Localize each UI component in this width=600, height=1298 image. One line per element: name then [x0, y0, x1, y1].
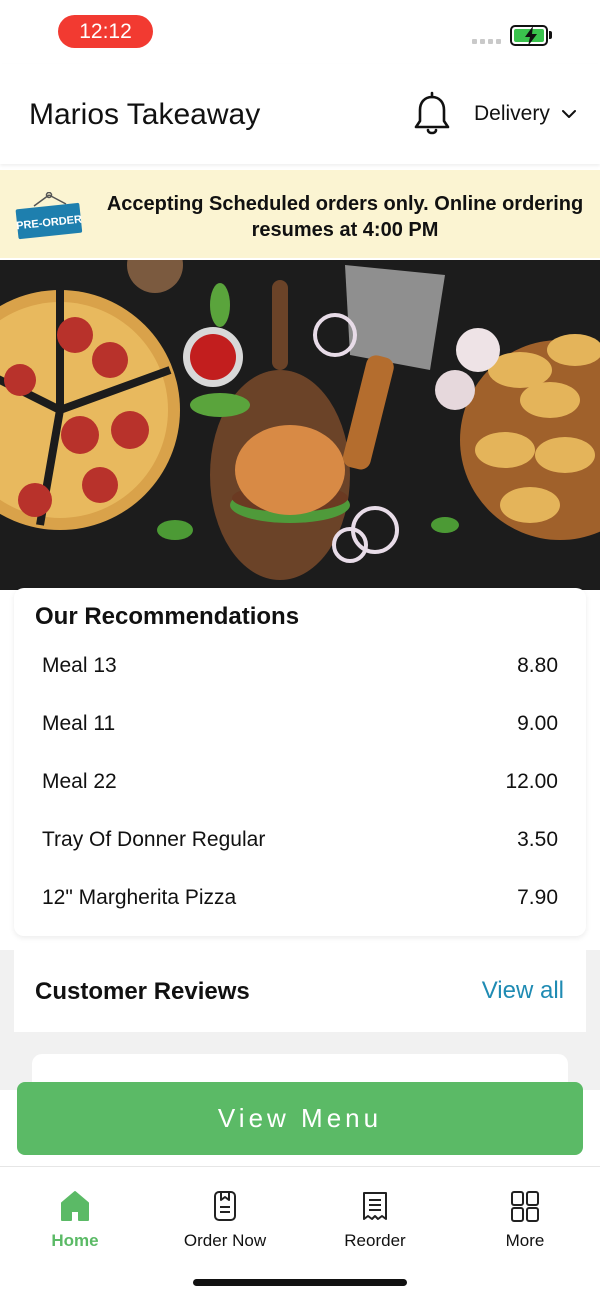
item-price: 12.00 — [505, 770, 558, 793]
tab-reorder[interactable]: Reorder — [315, 1189, 435, 1251]
preorder-tag-icon: PRE-ORDER — [16, 192, 83, 240]
view-all-reviews-link[interactable]: View all — [482, 977, 564, 1005]
hero-food-image — [0, 260, 600, 590]
recommendation-item[interactable]: Meal 13 8.80 — [42, 651, 558, 681]
tab-label: Home — [51, 1231, 99, 1250]
restaurant-title: Marios Takeaway — [29, 98, 261, 131]
grid-icon — [511, 1191, 539, 1222]
tab-home[interactable]: Home — [15, 1189, 135, 1251]
tab-label: Reorder — [344, 1231, 406, 1250]
chevron-down-icon — [561, 110, 576, 118]
battery-tip — [549, 31, 552, 39]
reviews-title: Customer Reviews — [35, 978, 250, 1005]
status-time: 12:12 — [58, 15, 153, 48]
delivery-mode-label: Delivery — [474, 102, 550, 125]
recommendation-item[interactable]: Meal 22 12.00 — [42, 767, 558, 797]
app-header: Marios Takeaway Delivery — [0, 64, 600, 164]
recommendation-item[interactable]: Tray Of Donner Regular 3.50 — [42, 825, 558, 855]
reviews-section: Customer Reviews View all — [0, 950, 600, 1094]
item-name: Meal 13 — [42, 654, 117, 677]
tab-label: Order Now — [183, 1231, 267, 1250]
item-price: 9.00 — [517, 712, 558, 735]
item-name: Tray Of Donner Regular — [42, 828, 266, 851]
item-price: 8.80 — [517, 654, 558, 677]
tab-more[interactable]: More — [465, 1189, 585, 1251]
recommendation-item[interactable]: 12" Margherita Pizza 7.90 — [42, 883, 558, 913]
item-name: Meal 11 — [42, 712, 116, 735]
recommendations-card: Our Recommendations Meal 13 8.80 Meal 11… — [14, 588, 586, 936]
tab-order-now[interactable]: Order Now — [165, 1189, 285, 1251]
banner-message: Accepting Scheduled orders only. Online … — [106, 193, 584, 241]
bell-icon[interactable] — [411, 91, 453, 139]
home-icon — [61, 1191, 89, 1221]
signal-icon — [472, 39, 501, 44]
preorder-banner: PRE-ORDER Accepting Scheduled orders onl… — [0, 170, 600, 258]
reviews-header: Customer Reviews View all — [14, 950, 586, 1032]
receipt-icon — [363, 1192, 387, 1220]
item-price: 3.50 — [517, 828, 558, 851]
status-bar: 12:12 — [0, 0, 600, 64]
recommendations-title: Our Recommendations — [35, 603, 300, 630]
order-icon — [214, 1191, 236, 1221]
recommendation-item[interactable]: Meal 11 9.00 — [42, 709, 558, 739]
tab-label: More — [505, 1231, 545, 1250]
item-name: 12" Margherita Pizza — [42, 886, 237, 909]
battery-icon — [510, 25, 548, 46]
home-indicator[interactable] — [193, 1279, 407, 1286]
view-menu-button[interactable]: View Menu — [17, 1082, 583, 1155]
item-name: Meal 22 — [42, 770, 117, 793]
item-price: 7.90 — [517, 886, 558, 909]
delivery-mode-selector[interactable]: Delivery — [474, 102, 576, 126]
